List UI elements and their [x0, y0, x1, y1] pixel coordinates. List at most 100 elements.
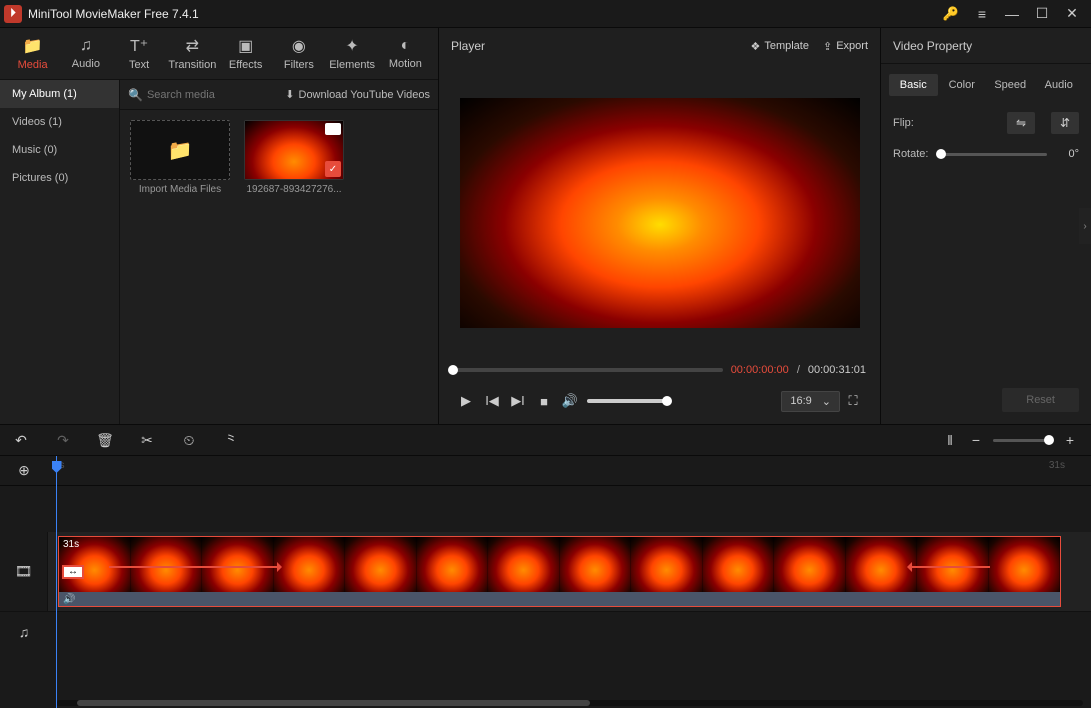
- main-tabs: 📁 Media ♫ Audio T⁺ Text ⇄ Transition ▣ E…: [0, 28, 438, 80]
- tab-transition[interactable]: ⇄ Transition: [168, 36, 216, 71]
- tab-label: Transition: [168, 59, 216, 71]
- prop-tab-speed[interactable]: Speed: [986, 74, 1035, 96]
- redo-button[interactable]: ↷: [54, 432, 72, 449]
- tab-elements[interactable]: ✦ Elements: [328, 36, 376, 71]
- time-total: 00:00:31:01: [808, 364, 866, 376]
- close-button[interactable]: ✕: [1057, 0, 1087, 28]
- import-media-button[interactable]: 📁 Import Media Files: [130, 120, 230, 195]
- volume-button[interactable]: 🔊: [557, 388, 583, 414]
- text-icon: T⁺: [130, 36, 148, 56]
- chevron-down-icon: ⌄: [822, 395, 831, 408]
- template-button[interactable]: ❖ Template: [750, 40, 809, 53]
- music-track-icon: ♫: [19, 624, 30, 640]
- preview-area: [439, 64, 880, 358]
- fullscreen-button[interactable]: ⛶: [840, 388, 866, 414]
- prev-frame-button[interactable]: I◀: [479, 388, 505, 414]
- video-clip[interactable]: 31s 🔊 ↔: [58, 536, 1061, 607]
- sidebar-item-videos[interactable]: Videos (1): [0, 108, 119, 136]
- panel-collapse-button[interactable]: ›: [1079, 208, 1091, 244]
- zoom-slider[interactable]: [993, 439, 1053, 442]
- play-button[interactable]: ▶: [453, 388, 479, 414]
- motion-icon: ◐: [401, 37, 411, 55]
- aspect-ratio-dropdown[interactable]: 16:9 ⌄: [781, 391, 840, 412]
- timeline: ⊕ 0s 31s 🎞 31s 🔊 ↔: [0, 456, 1091, 708]
- maximize-button[interactable]: ☐: [1027, 0, 1057, 28]
- next-frame-button[interactable]: ▶I: [505, 388, 531, 414]
- minimize-button[interactable]: —: [997, 0, 1027, 28]
- tab-filters[interactable]: ◉ Filters: [275, 36, 323, 71]
- export-button[interactable]: ⇪ Export: [823, 40, 868, 53]
- sidebar-item-music[interactable]: Music (0): [0, 136, 119, 164]
- zoom-in-button[interactable]: +: [1061, 432, 1079, 448]
- fit-timeline-button[interactable]: ‖: [941, 432, 959, 448]
- download-youtube-button[interactable]: ⬇ Download YouTube Videos: [285, 88, 430, 101]
- undo-button[interactable]: ↶: [12, 432, 30, 449]
- music-icon: ♫: [80, 37, 92, 55]
- annotation-arrow: [910, 566, 990, 568]
- video-track-body[interactable]: 31s 🔊 ↔ ⇄: [48, 532, 1091, 611]
- prop-tab-basic[interactable]: Basic: [889, 74, 938, 96]
- split-button[interactable]: ✂: [138, 432, 156, 449]
- ruler-tick-end: 31s: [1049, 460, 1065, 471]
- reset-button[interactable]: Reset: [1002, 388, 1079, 412]
- property-title: Video Property: [881, 28, 1091, 64]
- volume-slider[interactable]: [587, 399, 667, 403]
- tab-label: Elements: [329, 59, 375, 71]
- seek-slider[interactable]: [453, 368, 723, 372]
- check-icon: ✓: [325, 161, 341, 177]
- stop-button[interactable]: ■: [531, 388, 557, 414]
- search-input[interactable]: [147, 89, 279, 101]
- tab-media[interactable]: 📁 Media: [9, 36, 57, 71]
- video-icon: [325, 123, 341, 135]
- timeline-toolbar: ↶ ↷ 🗑 ✂ ⏲ ⺀ ‖ − +: [0, 424, 1091, 456]
- rotate-slider[interactable]: [941, 153, 1047, 156]
- clip-trim-handle[interactable]: ↔: [62, 565, 84, 579]
- template-icon: ❖: [750, 40, 760, 53]
- app-title: MiniTool MovieMaker Free 7.4.1: [28, 7, 943, 21]
- tab-label: Text: [129, 59, 149, 71]
- time-current: 00:00:00:00: [731, 364, 789, 376]
- zoom-out-button[interactable]: −: [967, 432, 985, 448]
- crop-button[interactable]: ⺀: [222, 430, 240, 450]
- media-filename: 192687-893427276...: [244, 184, 344, 195]
- tab-label: Media: [18, 59, 48, 71]
- premium-key-icon[interactable]: 🔑: [943, 6, 959, 22]
- album-sidebar: My Album (1) Videos (1) Music (0) Pictur…: [0, 80, 120, 424]
- tab-motion[interactable]: ◐ Motion: [381, 37, 429, 70]
- media-item[interactable]: ✓ 192687-893427276...: [244, 120, 344, 195]
- tab-text[interactable]: T⁺ Text: [115, 36, 163, 71]
- effects-icon: ▣: [238, 36, 253, 56]
- export-icon: ⇪: [823, 40, 832, 53]
- rotate-value: 0°: [1055, 148, 1079, 160]
- tab-effects[interactable]: ▣ Effects: [222, 36, 270, 71]
- elements-icon: ✦: [345, 36, 358, 56]
- prop-tab-color[interactable]: Color: [938, 74, 987, 96]
- menu-button[interactable]: ≡: [967, 0, 997, 28]
- timeline-ruler[interactable]: 0s 31s: [48, 456, 1091, 485]
- tab-audio[interactable]: ♫ Audio: [62, 37, 110, 70]
- rotate-label: Rotate:: [893, 148, 933, 160]
- video-track-icon: 🎞: [15, 563, 33, 580]
- app-logo: ⏵: [4, 5, 22, 23]
- prop-tab-audio[interactable]: Audio: [1035, 74, 1084, 96]
- playhead[interactable]: [56, 456, 57, 708]
- download-label: Download YouTube Videos: [299, 89, 431, 101]
- tab-label: Filters: [284, 59, 314, 71]
- flip-vertical-button[interactable]: ⇵: [1051, 112, 1079, 134]
- player-title: Player: [451, 39, 485, 53]
- transition-icon: ⇄: [186, 36, 199, 56]
- sidebar-item-pictures[interactable]: Pictures (0): [0, 164, 119, 192]
- folder-icon: 📁: [23, 36, 43, 56]
- tab-label: Audio: [72, 58, 100, 70]
- video-track: 🎞 31s 🔊 ↔ ⇄: [0, 532, 1091, 612]
- title-bar: ⏵ MiniTool MovieMaker Free 7.4.1 🔑 ≡ — ☐…: [0, 0, 1091, 28]
- sidebar-item-myalbum[interactable]: My Album (1): [0, 80, 119, 108]
- player-panel: Player ❖ Template ⇪ Export 00:00:00:00 /…: [438, 28, 881, 424]
- add-track-button[interactable]: ⊕: [0, 462, 48, 479]
- delete-button[interactable]: 🗑: [96, 432, 114, 449]
- flip-horizontal-button[interactable]: ⇋: [1007, 112, 1035, 134]
- speed-button[interactable]: ⏲: [180, 432, 198, 449]
- music-track: ♫: [0, 612, 1091, 652]
- music-track-body[interactable]: [48, 612, 1091, 652]
- timeline-scrollbar[interactable]: [0, 698, 1091, 708]
